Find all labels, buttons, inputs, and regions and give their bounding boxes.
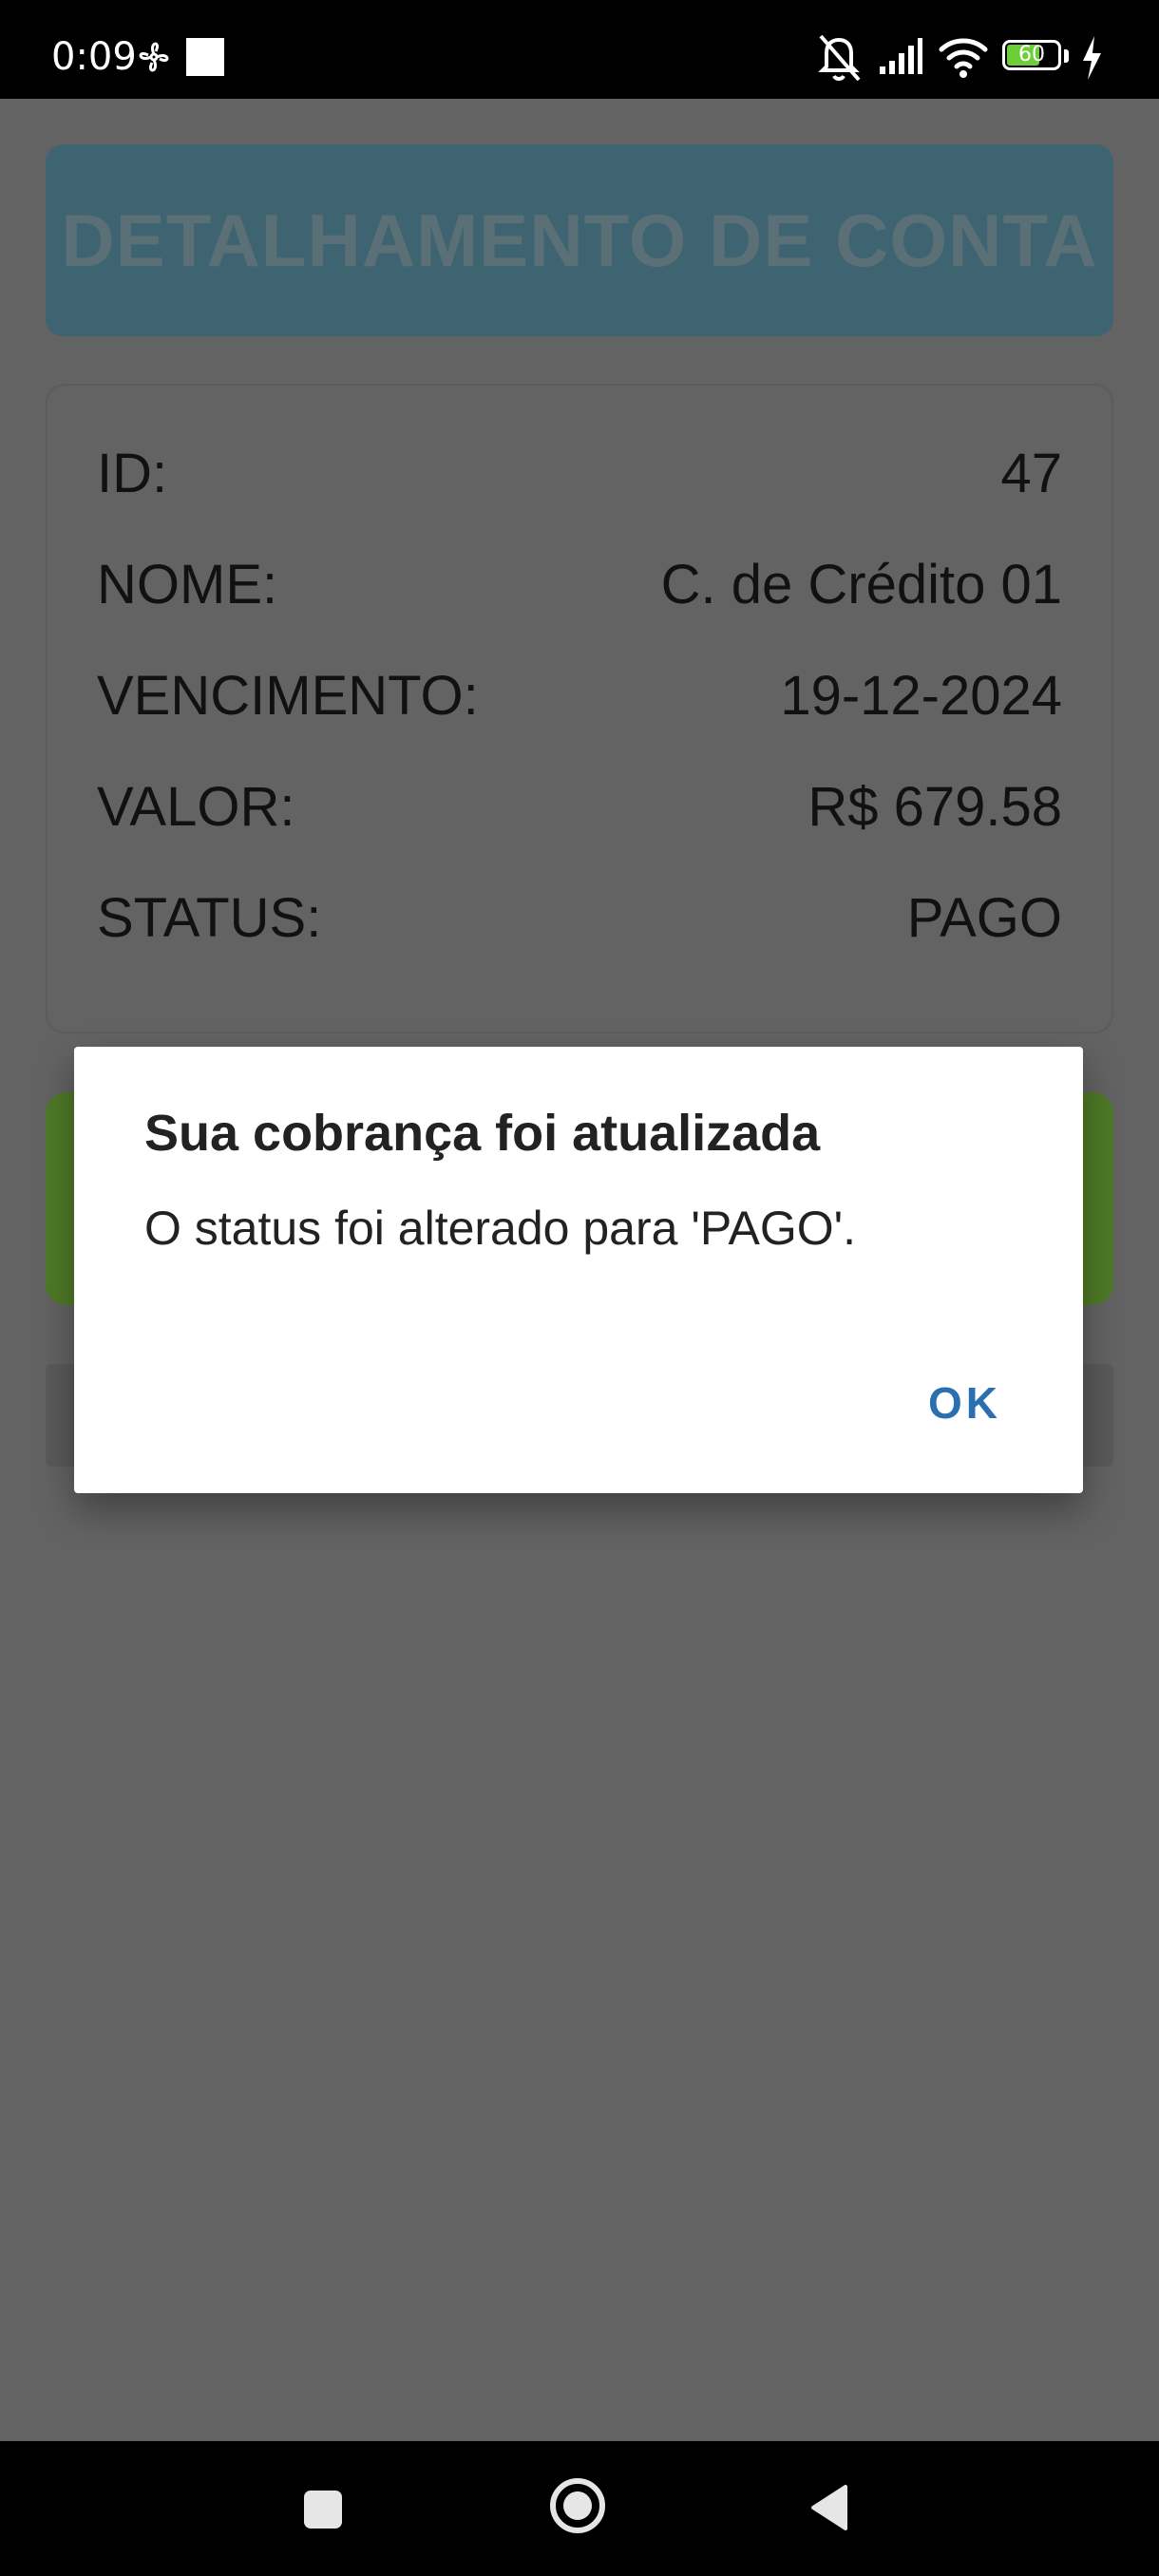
detail-value: PAGO [906, 886, 1062, 949]
details-card: ID: 47 NOME: C. de Crédito 01 VENCIMENTO… [46, 384, 1113, 1033]
detail-row-id: ID: 47 [97, 435, 1062, 511]
battery-icon: 60 [1002, 40, 1061, 70]
detail-row-status: STATUS: PAGO [97, 880, 1062, 956]
navigation-bar [0, 2441, 1159, 2576]
wifi-icon [939, 38, 988, 78]
alert-dialog: Sua cobrança foi atualizada O status foi… [74, 1047, 1083, 1493]
detail-value: 19-12-2024 [780, 664, 1062, 727]
detail-label: VENCIMENTO: [97, 664, 479, 727]
dialog-message: O status foi alterado para 'PAGO'. [144, 1202, 857, 1255]
home-circle-icon[interactable] [547, 2475, 608, 2536]
header-banner: DETALHAMENTO DE CONTA [46, 144, 1113, 336]
recents-square-icon[interactable] [304, 2491, 342, 2529]
notification-square-icon [186, 38, 224, 76]
battery-level: 60 [1018, 43, 1045, 66]
back-triangle-icon[interactable] [808, 2483, 849, 2532]
silent-bell-icon [818, 34, 861, 82]
detail-label: NOME: [97, 553, 278, 616]
page-title: DETALHAMENTO DE CONTA [61, 198, 1098, 282]
dialog-title: Sua cobrança foi atualizada [144, 1105, 821, 1162]
detail-value: 47 [1000, 442, 1062, 504]
fan-icon [139, 42, 169, 72]
detail-value: R$ 679.58 [808, 775, 1062, 838]
detail-row-nome: NOME: C. de Crédito 01 [97, 546, 1062, 622]
signal-icon [880, 38, 922, 74]
charging-icon [1083, 36, 1101, 80]
detail-row-vencimento: VENCIMENTO: 19-12-2024 [97, 657, 1062, 733]
status-bar: 0:09 60 [0, 0, 1159, 99]
detail-label: STATUS: [97, 886, 322, 949]
detail-row-valor: VALOR: R$ 679.58 [97, 768, 1062, 844]
detail-value: C. de Crédito 01 [660, 553, 1062, 616]
battery-cap [1064, 49, 1069, 63]
detail-label: ID: [97, 442, 168, 504]
detail-label: VALOR: [97, 775, 295, 838]
ok-button[interactable]: OK [928, 1377, 1001, 1429]
status-time: 0:09 [51, 35, 137, 79]
